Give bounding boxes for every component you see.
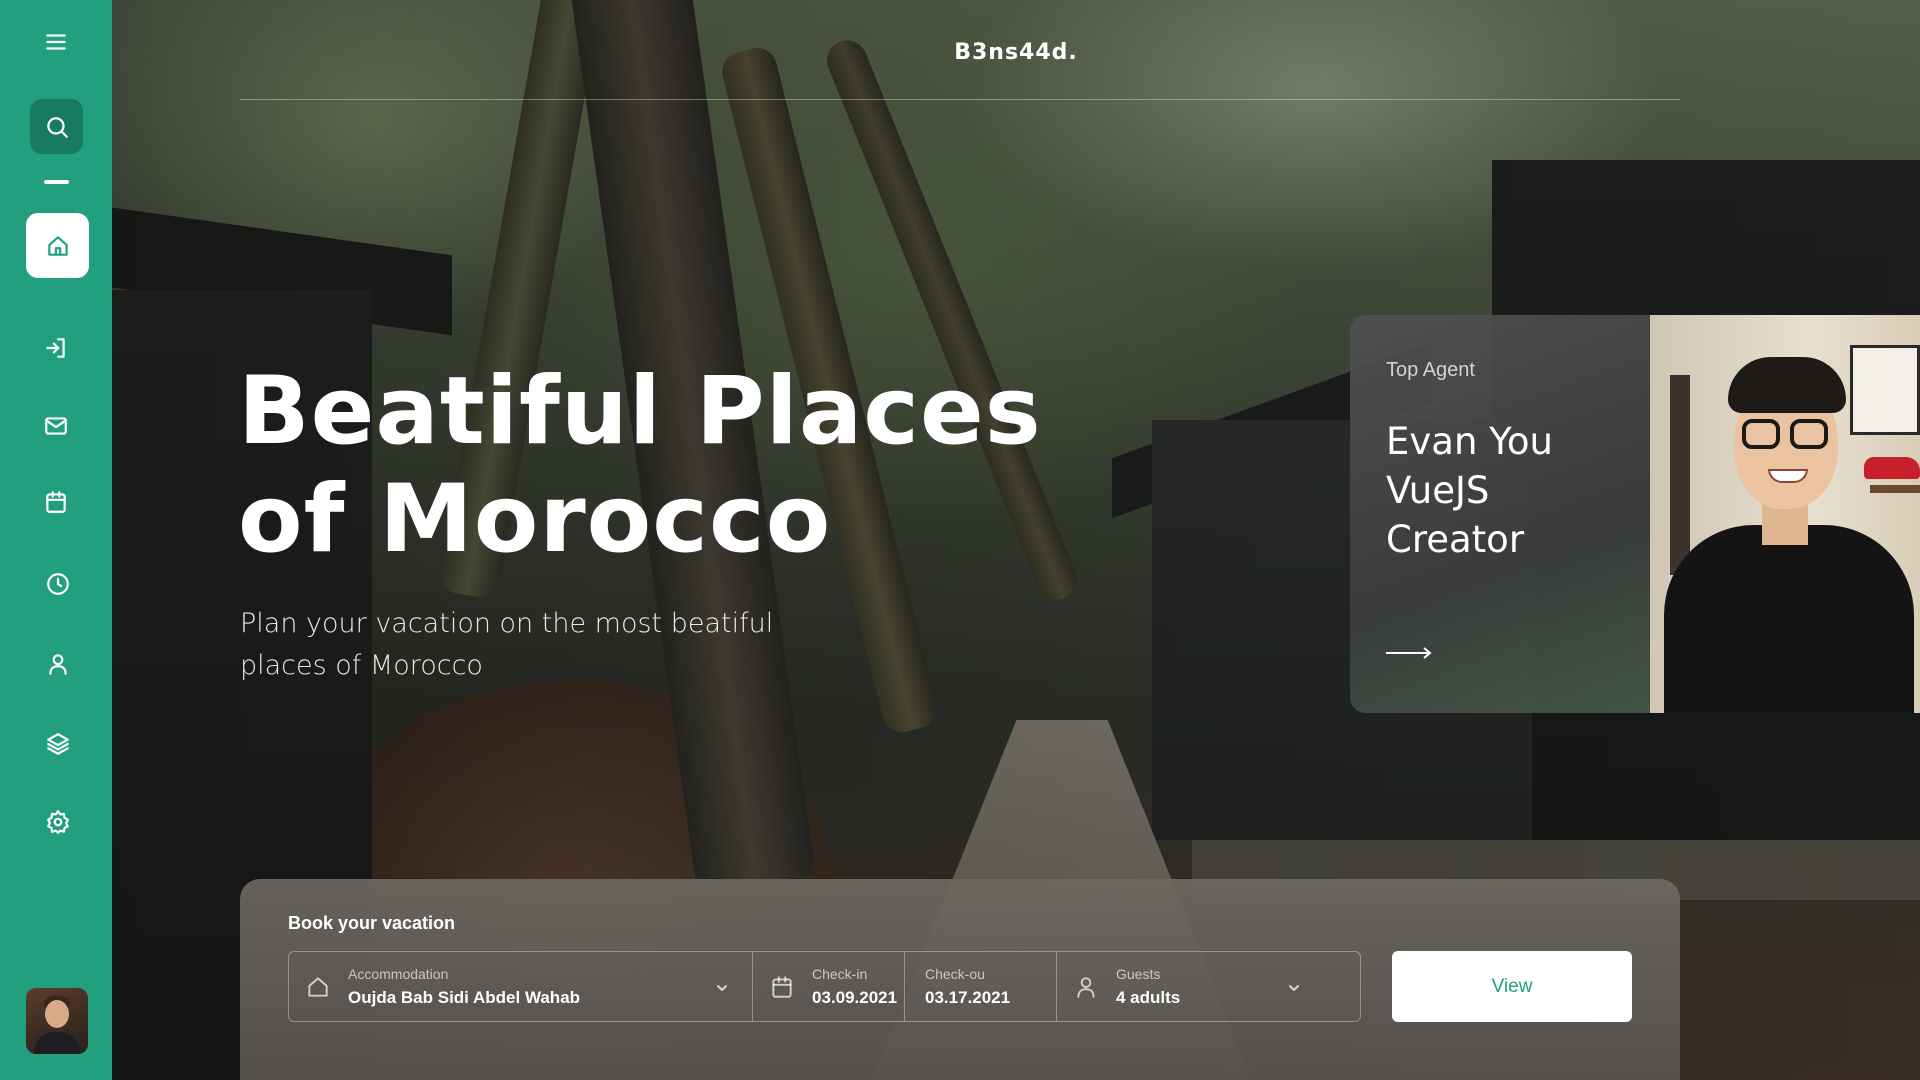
guests-value: 4 adults: [1116, 988, 1181, 1007]
agent-name-line-1: Evan You: [1386, 420, 1553, 463]
login-icon: [46, 338, 65, 358]
sidebar: [0, 0, 112, 1080]
accommodation-label: Accommodation: [348, 966, 449, 982]
hamburger-menu-icon[interactable]: [36, 28, 76, 56]
header-divider: [240, 99, 1680, 100]
calendar-icon: [769, 974, 795, 1000]
checkin-field[interactable]: Check-in 03.09.2021: [753, 952, 905, 1021]
checkout-value: 03.17.2021: [925, 988, 1011, 1007]
avatar[interactable]: [26, 988, 88, 1054]
agent-label: Top Agent: [1386, 359, 1475, 381]
booking-form: Accommodation Oujda Bab Sidi Abdel Wahab…: [288, 951, 1361, 1022]
checkin-value: 03.09.2021: [812, 988, 898, 1007]
checkin-label: Check-in: [812, 966, 868, 982]
sidebar-item-calendar[interactable]: [36, 484, 76, 520]
home-icon: [47, 235, 68, 256]
chevron-down-icon: [715, 980, 729, 994]
arrow-right-icon[interactable]: [1386, 645, 1432, 661]
agent-name: Evan You VueJS Creator: [1386, 417, 1636, 564]
hero-title-line-2: of Morocco: [238, 465, 832, 574]
home-icon: [305, 974, 331, 1000]
booking-panel: Book your vacation Accommodation Oujda B…: [240, 879, 1680, 1080]
checkout-label: Check-ou: [925, 966, 985, 982]
sidebar-divider: [44, 180, 69, 184]
guests-select[interactable]: Guests 4 adults: [1057, 952, 1360, 1021]
user-icon: [1073, 974, 1099, 1000]
mail-icon: [45, 417, 67, 435]
calendar-icon: [46, 491, 66, 513]
agent-photo: [1650, 315, 1920, 713]
sidebar-item-history[interactable]: [38, 566, 78, 602]
hero-subtitle: Plan your vacation on the most beatiful …: [240, 608, 774, 681]
checkout-field[interactable]: Check-ou 03.17.2021: [905, 952, 1057, 1021]
view-button[interactable]: View: [1392, 951, 1632, 1022]
gear-icon: [47, 810, 69, 834]
sidebar-item-home[interactable]: [26, 213, 89, 278]
layers-icon: [47, 733, 69, 755]
accommodation-select[interactable]: Accommodation Oujda Bab Sidi Abdel Wahab: [289, 952, 753, 1021]
hero-title-line-1: Beatiful Places: [238, 357, 1042, 466]
guests-label: Guests: [1116, 966, 1161, 982]
top-agent-card[interactable]: Top Agent Evan You VueJS Creator: [1350, 315, 1650, 713]
chevron-down-icon: [1287, 980, 1301, 994]
accommodation-value: Oujda Bab Sidi Abdel Wahab: [348, 988, 581, 1007]
clock-icon: [47, 573, 69, 595]
sidebar-item-login[interactable]: [36, 330, 76, 366]
sidebar-item-layers[interactable]: [38, 726, 78, 762]
search-icon: [46, 116, 68, 138]
booking-title: Book your vacation: [288, 913, 456, 933]
hero-title: Beatiful Places of Morocco: [238, 358, 1138, 574]
brand-logo[interactable]: B3ns44d.: [0, 40, 1920, 65]
agent-name-line-3: Creator: [1386, 518, 1525, 561]
sidebar-item-profile[interactable]: [38, 646, 78, 682]
agent-name-line-2: VueJS: [1386, 469, 1490, 512]
sidebar-item-mail[interactable]: [36, 408, 76, 444]
sidebar-item-settings[interactable]: [38, 804, 78, 840]
user-icon: [49, 654, 67, 675]
search-button[interactable]: [30, 99, 83, 154]
